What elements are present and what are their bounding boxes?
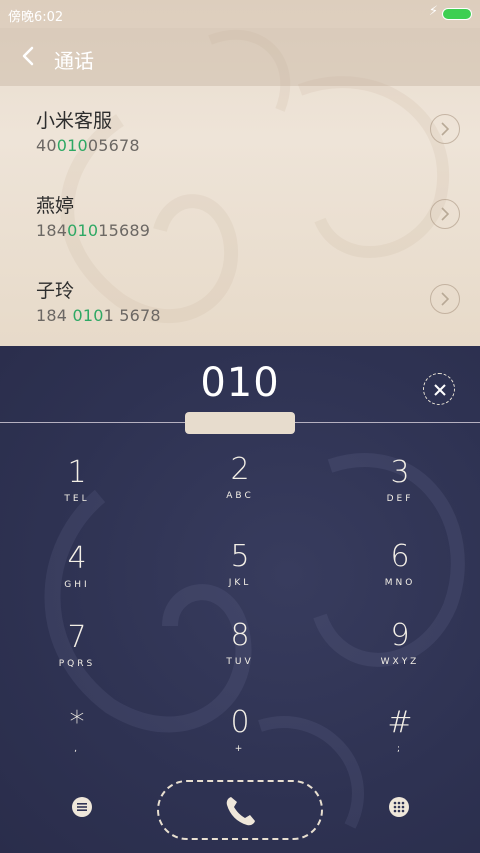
key-2[interactable]: 2 ABC bbox=[185, 453, 295, 523]
result-row[interactable]: 小米客服 4001005678 bbox=[0, 86, 480, 171]
contact-name: 子玲 bbox=[36, 280, 75, 302]
key-9[interactable]: 9 WXYZ bbox=[345, 619, 455, 689]
key-0[interactable]: 0 + bbox=[185, 706, 295, 776]
status-time: 傍晚6:02 bbox=[8, 10, 64, 25]
clear-x-icon bbox=[434, 384, 446, 396]
match-highlight: 010 bbox=[72, 306, 104, 325]
key-7[interactable]: 7 PQRS bbox=[22, 621, 132, 691]
battery-icon bbox=[442, 8, 472, 20]
key-4[interactable]: 4 GHI bbox=[22, 542, 132, 612]
keypad-grid-icon[interactable] bbox=[388, 796, 410, 818]
chevron-right-circle-icon[interactable] bbox=[430, 199, 460, 229]
chevron-right-circle-icon[interactable] bbox=[430, 114, 460, 144]
match-highlight: 010 bbox=[67, 221, 99, 240]
key-8[interactable]: 8 TUV bbox=[185, 619, 295, 689]
charging-icon: ⚡ bbox=[428, 4, 438, 19]
contact-number: 18401015689 bbox=[36, 221, 151, 240]
results-panel: 傍晚6:02 ⚡ 通话 小米客服 4001005678 燕婷 184010156… bbox=[0, 0, 480, 346]
status-bar: 傍晚6:02 ⚡ bbox=[0, 0, 480, 28]
back-arrow-icon[interactable] bbox=[18, 42, 40, 70]
key-1[interactable]: 1 TEL bbox=[22, 456, 132, 526]
match-highlight: 010 bbox=[56, 136, 88, 155]
phone-icon bbox=[226, 797, 255, 826]
app-header: 通话 bbox=[0, 28, 480, 86]
key-3[interactable]: 3 DEF bbox=[345, 456, 455, 526]
contact-name: 小米客服 bbox=[36, 110, 113, 132]
page-title: 通话 bbox=[54, 49, 94, 73]
drag-handle[interactable] bbox=[185, 412, 295, 434]
menu-icon[interactable] bbox=[71, 796, 93, 818]
search-results-list: 小米客服 4001005678 燕婷 18401015689 子玲 184 01… bbox=[0, 86, 480, 341]
result-row[interactable]: 燕婷 18401015689 bbox=[0, 171, 480, 256]
result-row[interactable]: 子玲 184 0101 5678 bbox=[0, 256, 480, 341]
chevron-right-circle-icon[interactable] bbox=[430, 284, 460, 314]
key-star[interactable]: *, bbox=[22, 706, 132, 776]
call-button[interactable] bbox=[157, 780, 323, 840]
clear-button[interactable] bbox=[423, 373, 455, 405]
key-hash[interactable]: #; bbox=[345, 706, 455, 776]
dialpad: 010 1 TEL 2 ABC 3 DEF 4 GHI 5 JKL 6 MNO 7 PQRS … bbox=[0, 346, 480, 853]
dialed-number: 010 bbox=[200, 360, 280, 406]
key-6[interactable]: 6 MNO bbox=[345, 540, 455, 610]
key-5[interactable]: 5 JKL bbox=[185, 540, 295, 610]
contact-name: 燕婷 bbox=[36, 195, 75, 217]
contact-number: 4001005678 bbox=[36, 136, 140, 155]
contact-number: 184 0101 5678 bbox=[36, 306, 161, 325]
